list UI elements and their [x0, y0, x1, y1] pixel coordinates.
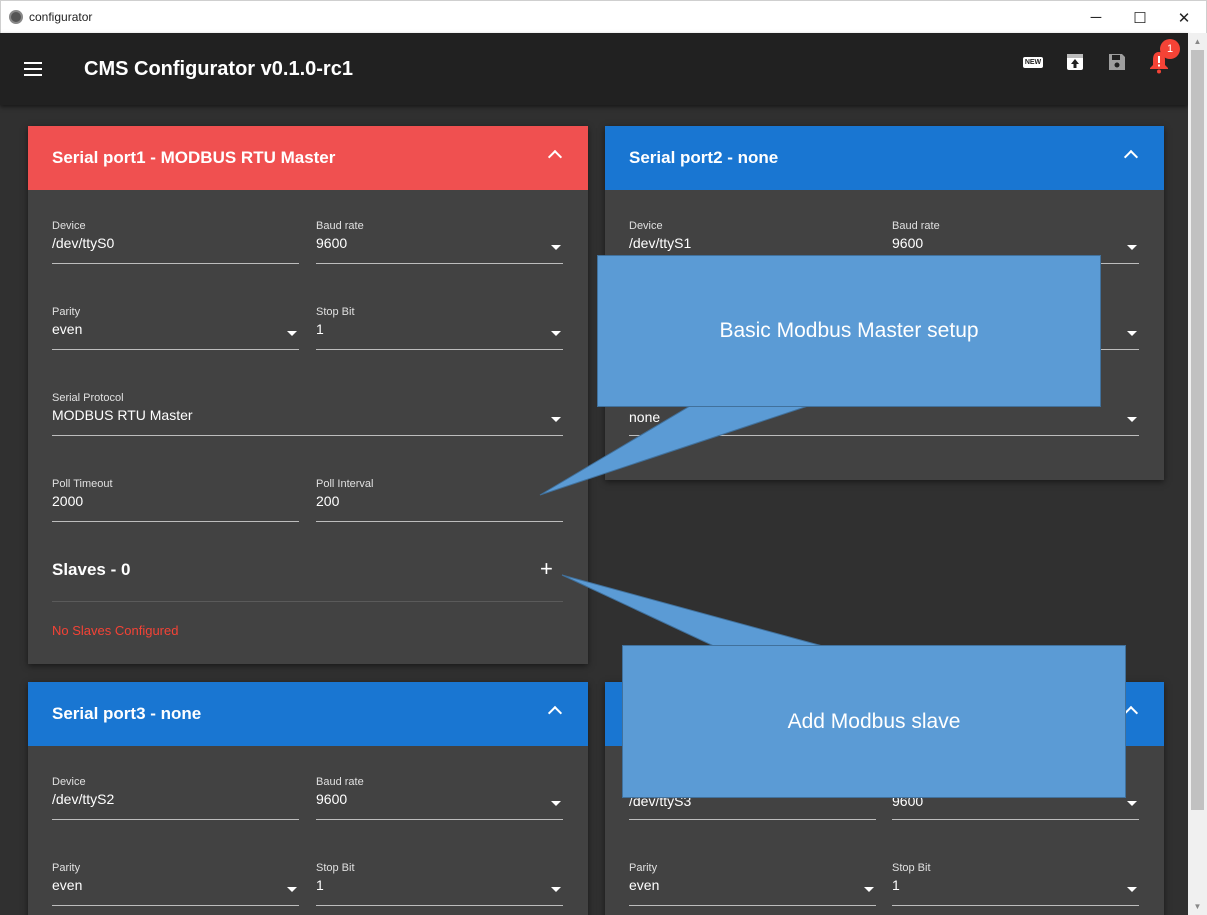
stop-bit-value: 1: [316, 877, 324, 893]
stop-bit-value: 1: [892, 877, 900, 893]
dropdown-arrow-icon: [1127, 887, 1137, 892]
device-value: /dev/ttyS2: [52, 791, 115, 807]
collapse-chevron-icon[interactable]: [1123, 705, 1139, 721]
collapse-chevron-icon[interactable]: [1123, 149, 1139, 165]
serial-port1-title: Serial port1 - MODBUS RTU Master: [52, 148, 336, 167]
dropdown-arrow-icon: [287, 331, 297, 336]
app-icon: [9, 10, 23, 24]
window-titlebar: configurator ─ ☐ ✕: [0, 0, 1207, 33]
dropdown-arrow-icon: [551, 331, 561, 336]
stop-bit-select[interactable]: Stop Bit 1: [316, 862, 563, 906]
app-title: CMS Configurator v0.1.0-rc1: [84, 57, 353, 80]
collapse-chevron-icon[interactable]: [547, 149, 563, 165]
dropdown-arrow-icon: [551, 801, 561, 806]
baud-rate-value: 9600: [316, 235, 348, 251]
serial-port1-header[interactable]: Serial port1 - MODBUS RTU Master: [28, 126, 588, 190]
window-title: configurator: [29, 10, 93, 24]
baud-rate-select[interactable]: Baud rate 9600: [316, 776, 563, 820]
serial-protocol-value: none: [629, 409, 661, 425]
poll-interval-value: 200: [316, 493, 340, 509]
serial-port2-title: Serial port2 - none: [629, 148, 779, 167]
toolbar-actions: NEW 1: [1022, 39, 1180, 74]
collapse-chevron-icon[interactable]: [547, 705, 563, 721]
slaves-title: Slaves - 0: [52, 560, 131, 579]
notification-count-badge: 1: [1160, 39, 1180, 59]
serial-port3-title: Serial port3 - none: [52, 704, 202, 723]
poll-timeout-field[interactable]: Poll Timeout 2000: [52, 478, 299, 522]
dropdown-arrow-icon: [1127, 417, 1137, 422]
device-field[interactable]: Device /dev/ttyS0: [52, 220, 299, 264]
dropdown-arrow-icon: [551, 417, 561, 422]
device-value: /dev/ttyS0: [52, 235, 115, 251]
dropdown-arrow-icon: [864, 887, 874, 892]
save-icon[interactable]: [1106, 51, 1128, 73]
dropdown-arrow-icon: [1127, 331, 1137, 336]
upload-icon[interactable]: [1064, 51, 1086, 73]
new-config-icon[interactable]: NEW: [1022, 51, 1044, 73]
device-value: /dev/ttyS1: [629, 235, 692, 251]
device-field[interactable]: Device /dev/ttyS2: [52, 776, 299, 820]
new-label: NEW: [1022, 56, 1044, 68]
parity-value: even: [52, 877, 83, 893]
dropdown-arrow-icon: [551, 245, 561, 250]
callout-master-setup: Basic Modbus Master setup: [597, 255, 1101, 407]
window-controls: ─ ☐ ✕: [1074, 1, 1206, 34]
serial-port3-header[interactable]: Serial port3 - none: [28, 682, 588, 746]
parity-select[interactable]: Parity even: [52, 306, 299, 350]
poll-interval-field[interactable]: Poll Interval 200: [316, 478, 563, 522]
serial-port3-card: Serial port3 - none Device /dev/ttyS2 Ba…: [28, 682, 588, 915]
dropdown-arrow-icon: [287, 887, 297, 892]
parity-value: even: [52, 321, 83, 337]
stop-bit-select[interactable]: Stop Bit 1: [892, 862, 1139, 906]
notification-bell-icon[interactable]: 1: [1148, 39, 1180, 74]
maximize-button[interactable]: ☐: [1118, 1, 1162, 34]
menu-icon[interactable]: [24, 62, 48, 76]
dropdown-arrow-icon: [1127, 801, 1137, 806]
poll-timeout-value: 2000: [52, 493, 84, 509]
app-toolbar: CMS Configurator v0.1.0-rc1 NEW 1: [0, 33, 1188, 105]
dropdown-arrow-icon: [551, 887, 561, 892]
baud-rate-value: 9600: [892, 235, 924, 251]
add-slave-button[interactable]: +: [540, 556, 553, 582]
vertical-scrollbar[interactable]: ▲ ▼: [1188, 33, 1207, 915]
baud-rate-select[interactable]: Baud rate 9600: [316, 220, 563, 264]
close-button[interactable]: ✕: [1162, 1, 1206, 34]
parity-value: even: [629, 877, 660, 893]
parity-select[interactable]: Parity even: [52, 862, 299, 906]
no-slaves-message: No Slaves Configured: [52, 623, 179, 638]
scroll-thumb[interactable]: [1191, 50, 1204, 810]
scroll-up-arrow-icon[interactable]: ▲: [1188, 33, 1207, 50]
serial-protocol-value: MODBUS RTU Master: [52, 407, 193, 423]
parity-select[interactable]: Parity even: [629, 862, 876, 906]
callout-add-slave: Add Modbus slave: [622, 645, 1126, 798]
minimize-button[interactable]: ─: [1074, 1, 1118, 34]
stop-bit-value: 1: [316, 321, 324, 337]
divider: [52, 601, 563, 602]
baud-rate-value: 9600: [316, 791, 348, 807]
serial-port1-card: Serial port1 - MODBUS RTU Master Device …: [28, 126, 588, 664]
serial-port2-header[interactable]: Serial port2 - none: [605, 126, 1164, 190]
scroll-down-arrow-icon[interactable]: ▼: [1188, 898, 1207, 915]
stop-bit-select[interactable]: Stop Bit 1: [316, 306, 563, 350]
dropdown-arrow-icon: [1127, 245, 1137, 250]
serial-protocol-select[interactable]: Serial Protocol MODBUS RTU Master: [52, 392, 563, 436]
